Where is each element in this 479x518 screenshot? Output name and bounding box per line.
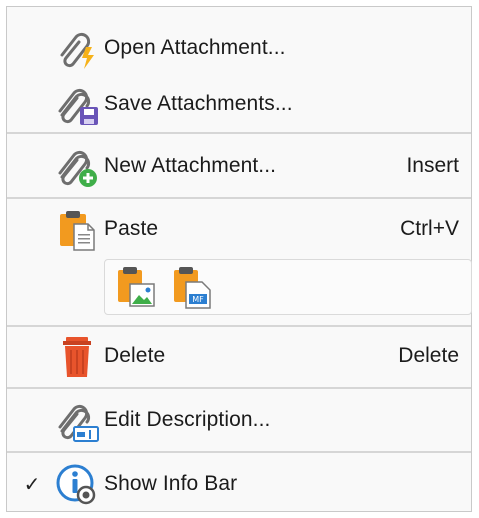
- separator: [7, 451, 471, 453]
- paste-item[interactable]: Paste Ctrl+V: [7, 200, 471, 258]
- open-attachment-icon: [49, 22, 105, 74]
- open-attachment-item[interactable]: Open Attachment...: [7, 19, 471, 77]
- check-icon: ✓: [23, 473, 41, 496]
- delete-icon: [49, 330, 105, 382]
- separator: [7, 132, 471, 134]
- delete-label: Delete: [104, 344, 166, 367]
- new-attachment-label: New Attachment...: [104, 154, 277, 177]
- separator: [7, 197, 471, 199]
- save-attachments-label: Save Attachments...: [104, 92, 293, 115]
- edit-description-item[interactable]: Edit Description...: [7, 391, 471, 449]
- open-attachment-label: Open Attachment...: [104, 36, 286, 59]
- edit-description-icon: [49, 394, 105, 446]
- edit-description-label: Edit Description...: [104, 408, 271, 431]
- show-info-bar-label: Show Info Bar: [104, 472, 238, 495]
- delete-shortcut: Delete: [398, 344, 459, 367]
- new-attachment-icon: [49, 140, 105, 192]
- attachment-context-menu: Open Attachment... Save Attachments... N…: [6, 6, 472, 512]
- delete-item[interactable]: Delete Delete: [7, 327, 471, 385]
- paste-shortcut: Ctrl+V: [400, 217, 459, 240]
- new-attachment-item[interactable]: New Attachment... Insert: [7, 137, 471, 195]
- separator: [7, 387, 471, 389]
- paste-label: Paste: [104, 217, 159, 240]
- paste-image-icon: [118, 267, 155, 307]
- show-info-bar-item[interactable]: ✓ Show Info Bar: [7, 455, 471, 513]
- svg-text:MF: MF: [192, 295, 204, 304]
- save-attachments-item[interactable]: Save Attachments...: [7, 75, 471, 133]
- paste-image-button[interactable]: [111, 262, 161, 312]
- paste-metafile-button[interactable]: MF: [167, 262, 217, 312]
- info-bar-icon: [49, 458, 105, 510]
- paste-icon: [49, 203, 105, 255]
- save-attachments-icon: [49, 78, 105, 130]
- paste-options-gallery: MF: [104, 259, 472, 315]
- paste-metafile-icon: MF: [174, 267, 211, 309]
- new-attachment-shortcut: Insert: [406, 154, 459, 177]
